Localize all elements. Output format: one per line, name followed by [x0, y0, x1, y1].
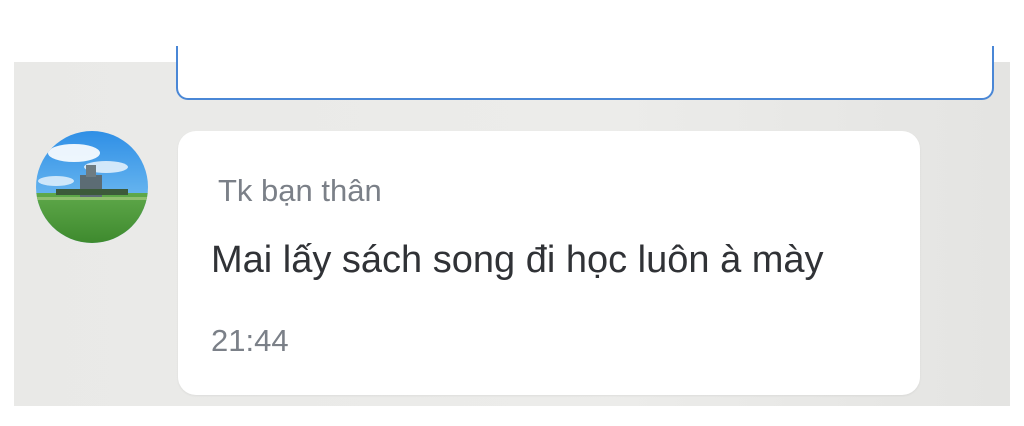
sender-name: Tk bạn thân — [218, 173, 382, 208]
message-text: Mai lấy sách song đi học luôn à mày — [211, 239, 824, 281]
profile-photo-landscape-icon — [36, 131, 148, 243]
message-timestamp: 21:44 — [211, 323, 289, 358]
message-bubble[interactable]: Tk bạn thân Mai lấy sách song đi học luô… — [178, 131, 920, 395]
previous-message-bubble[interactable] — [176, 46, 994, 100]
avatar[interactable] — [36, 131, 148, 243]
